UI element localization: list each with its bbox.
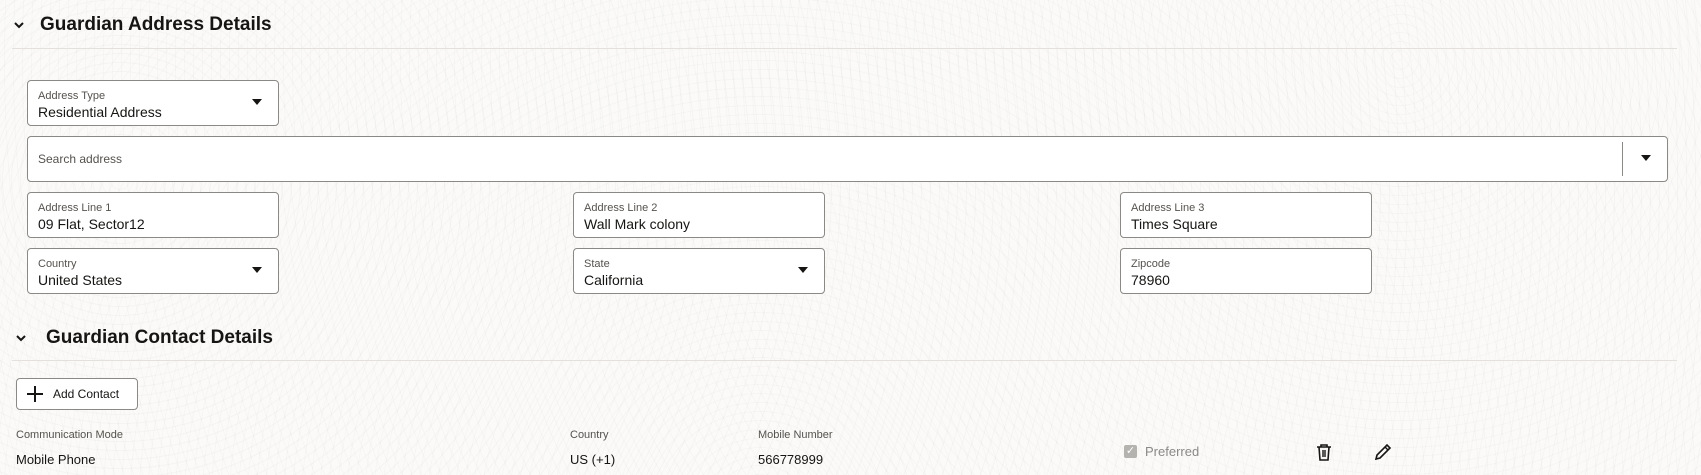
field-label: State <box>584 258 610 270</box>
column-header-mobile-number: Mobile Number <box>758 429 833 441</box>
section-divider <box>12 360 1677 361</box>
field-value: 78960 <box>1131 272 1170 288</box>
communication-mode-value: Mobile Phone <box>16 452 96 467</box>
section-title: Guardian Address Details <box>40 14 272 35</box>
field-label: Address Line 1 <box>38 202 112 214</box>
caret-down-icon[interactable] <box>1641 155 1651 161</box>
caret-down-icon[interactable] <box>252 267 262 273</box>
address-type-select[interactable]: Address Type Residential Address <box>27 80 279 126</box>
add-contact-button[interactable]: Add Contact <box>16 378 138 410</box>
chevron-down-icon[interactable] <box>14 331 28 345</box>
zipcode-field[interactable]: Zipcode 78960 <box>1120 248 1372 294</box>
plus-icon <box>27 386 43 402</box>
field-label: Address Line 2 <box>584 202 658 214</box>
caret-down-icon[interactable] <box>252 99 262 105</box>
field-label: Country <box>38 258 77 270</box>
column-header-communication-mode: Communication Mode <box>16 429 123 441</box>
field-value: Times Square <box>1131 216 1218 232</box>
field-value: Wall Mark colony <box>584 216 691 232</box>
separator <box>1622 142 1623 176</box>
column-header-country: Country <box>570 429 609 441</box>
search-address-input[interactable]: Search address <box>27 136 1668 182</box>
section-divider <box>12 48 1677 49</box>
add-contact-label: Add Contact <box>53 387 120 401</box>
country-select[interactable]: Country United States <box>27 248 279 294</box>
field-value: Residential Address <box>38 104 162 120</box>
field-value: United States <box>38 272 123 288</box>
checkbox-checked-icon[interactable]: ✓ <box>1124 445 1137 458</box>
trash-icon[interactable] <box>1313 441 1335 463</box>
field-label: Zipcode <box>1131 258 1171 270</box>
field-label: Address Line 3 <box>1131 202 1205 214</box>
contact-section-header[interactable]: Guardian Contact Details <box>14 327 273 349</box>
country-code-value: US (+1) <box>570 452 616 467</box>
address-line-2-field[interactable]: Address Line 2 Wall Mark colony <box>573 192 825 238</box>
field-value: California <box>584 272 644 288</box>
state-select[interactable]: State California <box>573 248 825 294</box>
pencil-icon[interactable] <box>1372 441 1394 463</box>
caret-down-icon[interactable] <box>798 267 808 273</box>
preferred-label: Preferred <box>1145 444 1200 459</box>
address-section-header[interactable]: Guardian Address Details <box>12 14 272 36</box>
address-line-1-field[interactable]: Address Line 1 09 Flat, Sector12 <box>27 192 279 238</box>
search-placeholder: Search address <box>38 152 123 166</box>
preferred-checkbox[interactable]: ✓ Preferred <box>1124 444 1199 459</box>
address-line-3-field[interactable]: Address Line 3 Times Square <box>1120 192 1372 238</box>
field-label: Address Type <box>38 90 106 102</box>
chevron-down-icon[interactable] <box>12 18 26 32</box>
field-value: 09 Flat, Sector12 <box>38 216 145 232</box>
mobile-number-value: 566778999 <box>758 452 824 467</box>
section-title: Guardian Contact Details <box>46 327 273 348</box>
